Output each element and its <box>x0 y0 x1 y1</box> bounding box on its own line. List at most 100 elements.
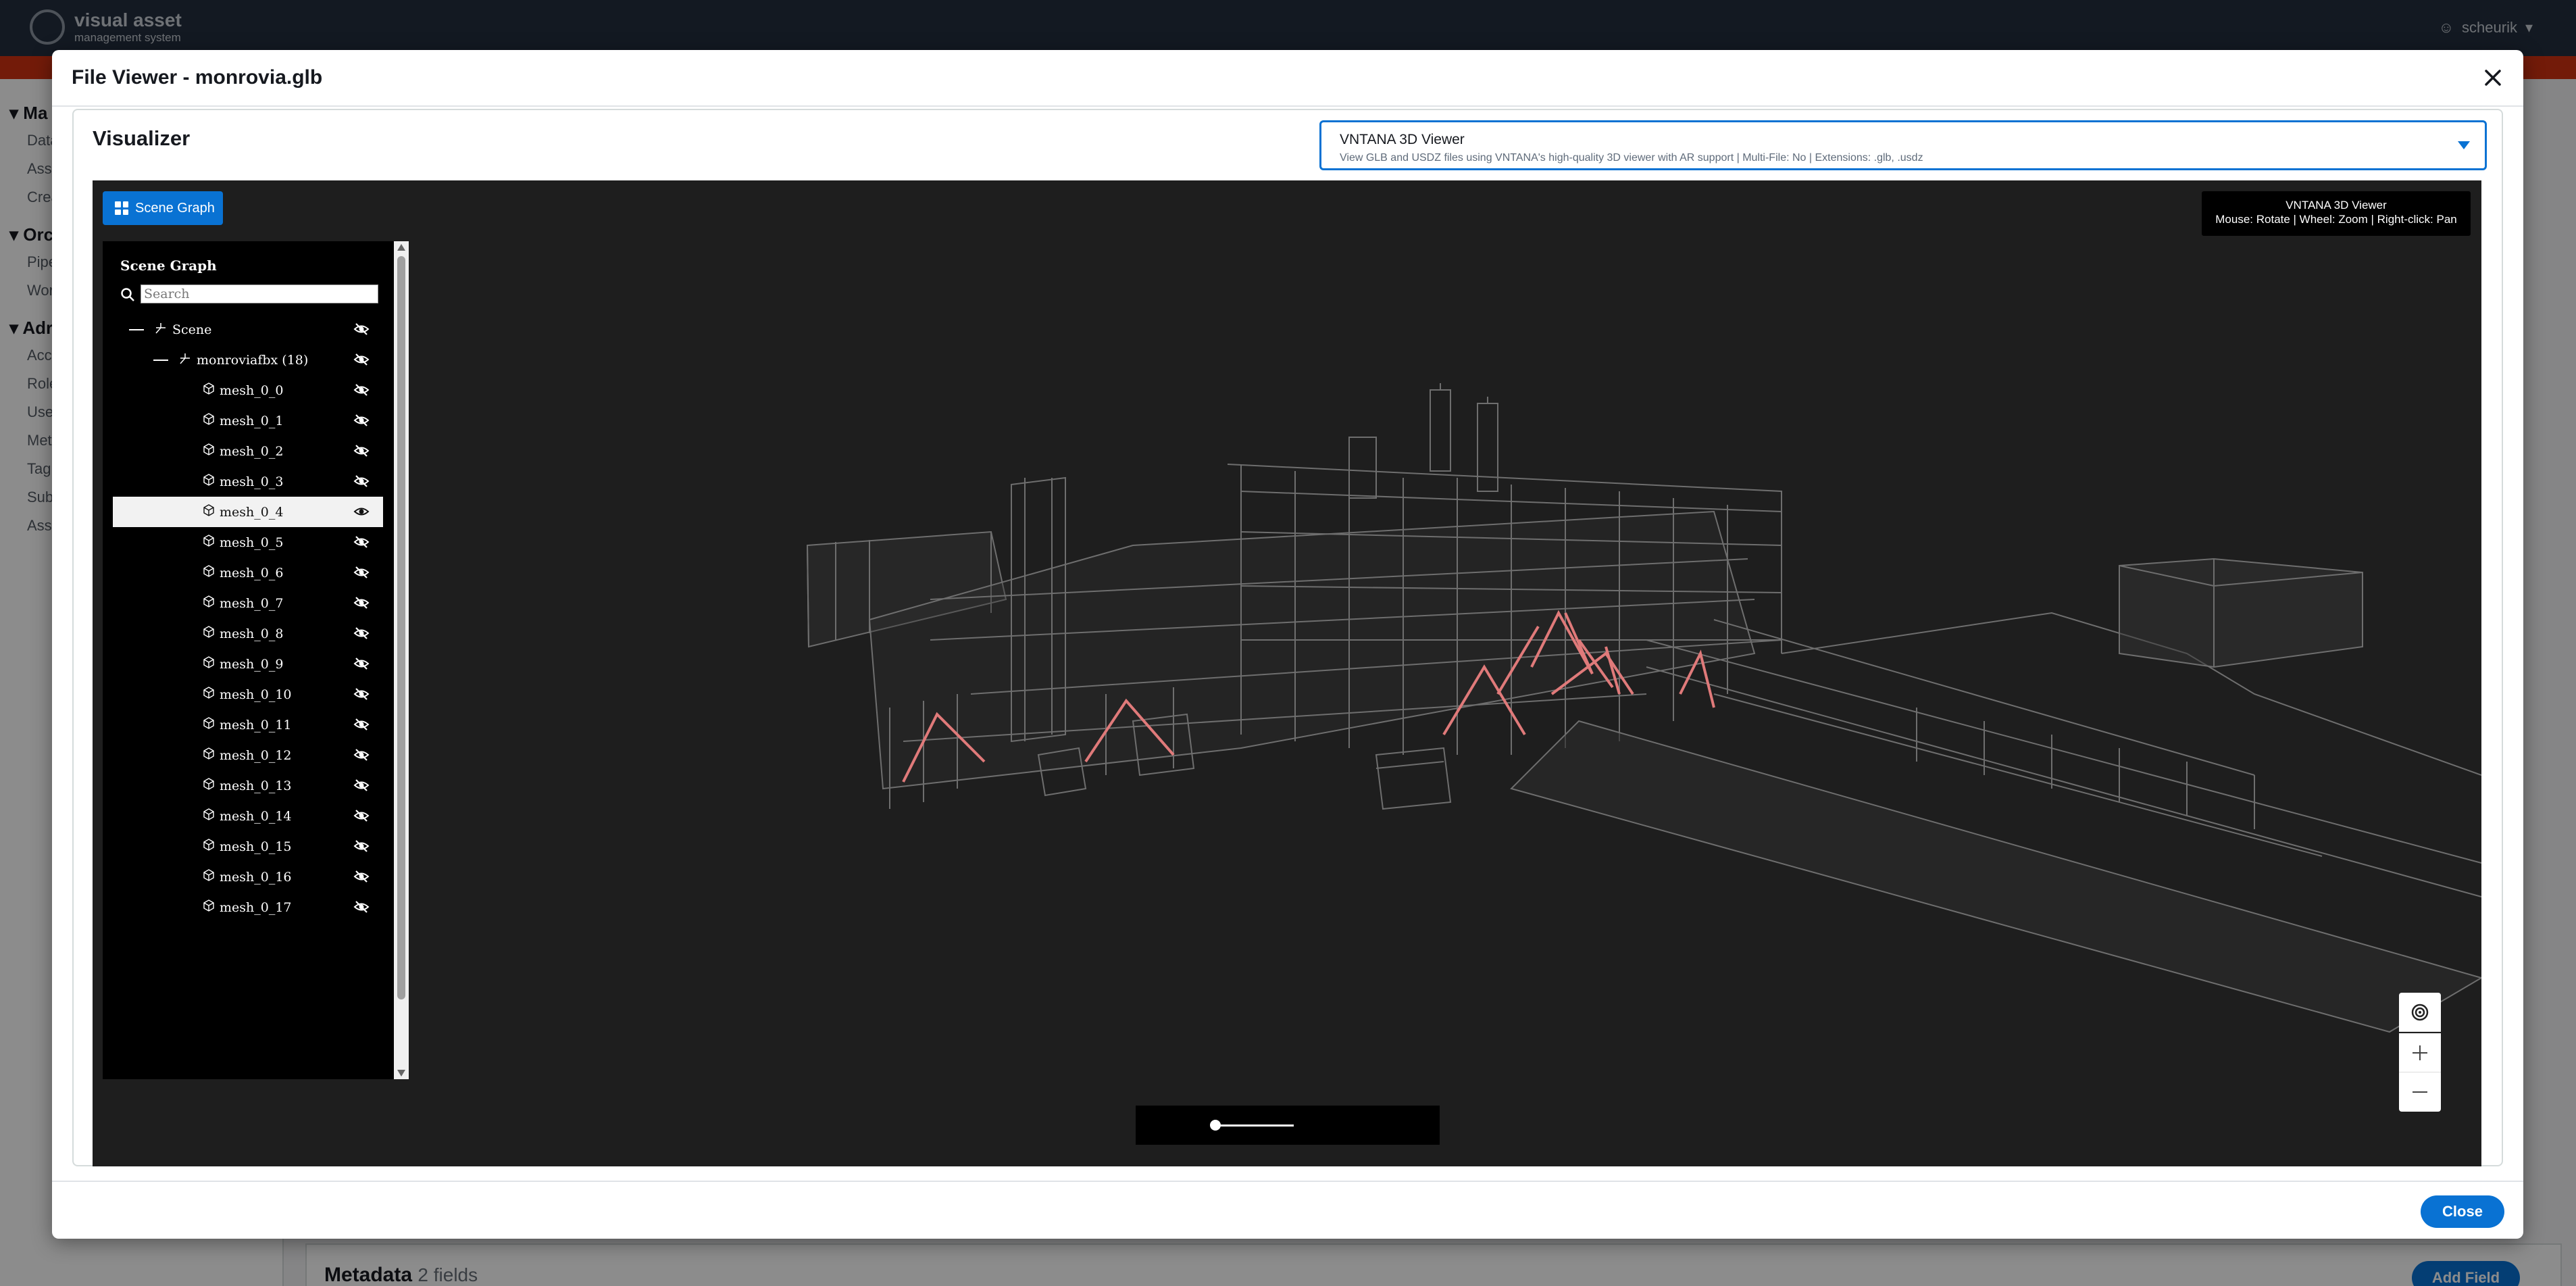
eye-off-icon[interactable] <box>353 809 370 822</box>
tree-node-label: mesh_0_1 <box>220 413 284 428</box>
eye-off-icon[interactable] <box>353 657 370 670</box>
eye-icon[interactable] <box>353 505 370 518</box>
tree-node-mesh[interactable]: mesh_0_12 <box>113 740 383 770</box>
eye-off-icon[interactable] <box>353 535 370 549</box>
tree-node-mesh[interactable]: mesh_0_7 <box>113 588 383 618</box>
viewer-info-box: VNTANA 3D Viewer Mouse: Rotate | Wheel: … <box>2202 191 2471 236</box>
tree-node-label: mesh_0_6 <box>220 565 284 580</box>
3d-model[interactable] <box>93 180 2481 1166</box>
scrollbar-thumb[interactable] <box>397 256 405 999</box>
viewer-select-description: View GLB and USDZ files using VNTANA's h… <box>1340 152 1923 164</box>
tree-node-group[interactable]: monroviafbx (18) <box>113 345 383 375</box>
collapse-icon[interactable] <box>129 328 144 330</box>
tree-node-label: mesh_0_8 <box>220 626 284 641</box>
close-icon[interactable] <box>2479 64 2507 92</box>
cube-icon <box>202 838 216 855</box>
file-viewer-modal: File Viewer - monrovia.glb Visualizer VN… <box>52 50 2523 1239</box>
node-icon <box>153 321 168 338</box>
viewer-info-title: VNTANA 3D Viewer <box>2285 199 2387 212</box>
close-button[interactable]: Close <box>2421 1195 2504 1228</box>
eye-off-icon[interactable] <box>353 383 370 397</box>
visualizer-panel: Visualizer VNTANA 3D Viewer View GLB and… <box>72 109 2503 1166</box>
cube-icon <box>202 564 216 581</box>
cube-icon <box>202 443 216 460</box>
scene-graph-scrollbar[interactable] <box>394 241 409 1079</box>
eye-off-icon[interactable] <box>353 778 370 792</box>
scroll-down-icon[interactable] <box>397 1070 405 1077</box>
eye-off-icon[interactable] <box>353 687 370 701</box>
eye-off-icon[interactable] <box>353 322 370 336</box>
tree-node-mesh[interactable]: mesh_0_6 <box>113 558 383 588</box>
scroll-up-icon[interactable] <box>397 244 405 251</box>
viewer-select[interactable]: VNTANA 3D Viewer View GLB and USDZ files… <box>1319 120 2487 170</box>
eye-off-icon[interactable] <box>353 444 370 457</box>
collapse-icon[interactable] <box>153 359 168 361</box>
tree-node-mesh[interactable]: mesh_0_0 <box>113 375 383 405</box>
scene-graph-button[interactable]: Scene Graph <box>103 191 223 225</box>
tree-node-mesh[interactable]: mesh_0_8 <box>113 618 383 649</box>
cube-icon <box>202 382 216 399</box>
eye-off-icon[interactable] <box>353 474 370 488</box>
tree-node-scene[interactable]: Scene <box>113 314 383 345</box>
tree-node-label: mesh_0_16 <box>220 869 292 885</box>
tree-node-label: mesh_0_12 <box>220 747 292 763</box>
scene-graph-search-input[interactable] <box>141 285 378 303</box>
animation-bar <box>1136 1106 1440 1145</box>
recenter-button[interactable] <box>2399 993 2441 1032</box>
minus-icon <box>2413 1091 2427 1093</box>
eye-off-icon[interactable] <box>353 839 370 853</box>
eye-off-icon[interactable] <box>353 566 370 579</box>
modal-footer: Close <box>52 1181 2523 1239</box>
eye-off-icon[interactable] <box>353 718 370 731</box>
eye-off-icon[interactable] <box>353 596 370 610</box>
cube-icon <box>202 656 216 672</box>
cube-icon <box>202 473 216 490</box>
tree-node-mesh[interactable]: mesh_0_3 <box>113 466 383 497</box>
eye-off-icon[interactable] <box>353 353 370 366</box>
3d-viewer-canvas[interactable]: Scene Graph VNTANA 3D Viewer Mouse: Rota… <box>93 180 2481 1166</box>
tree-node-mesh[interactable]: mesh_0_15 <box>113 831 383 862</box>
tree-node-label: mesh_0_11 <box>220 717 292 733</box>
tree-node-mesh[interactable]: mesh_0_1 <box>113 405 383 436</box>
tree-node-mesh[interactable]: mesh_0_17 <box>113 892 383 922</box>
cube-icon <box>202 716 216 733</box>
animation-slider-track[interactable] <box>1215 1124 1294 1127</box>
cube-icon <box>202 412 216 429</box>
tree-node-label: mesh_0_3 <box>220 474 284 489</box>
tree-node-label: monroviafbx (18) <box>197 352 309 368</box>
tree-node-mesh[interactable]: mesh_0_10 <box>113 679 383 710</box>
node-icon <box>178 351 193 368</box>
target-icon <box>2411 1004 2429 1020</box>
tree-node-mesh[interactable]: mesh_0_9 <box>113 649 383 679</box>
tree-node-label: mesh_0_0 <box>220 382 284 398</box>
eye-off-icon[interactable] <box>353 626 370 640</box>
tree-node-label: mesh_0_7 <box>220 595 284 611</box>
eye-off-icon[interactable] <box>353 870 370 883</box>
zoom-out-button[interactable] <box>2399 1072 2441 1112</box>
zoom-in-button[interactable] <box>2399 1033 2441 1072</box>
cube-icon <box>202 808 216 824</box>
eye-off-icon[interactable] <box>353 900 370 914</box>
visualizer-title: Visualizer <box>93 126 191 150</box>
tree-node-mesh[interactable]: mesh_0_16 <box>113 862 383 892</box>
eye-off-icon[interactable] <box>353 748 370 762</box>
modal-header: File Viewer - monrovia.glb <box>52 50 2523 107</box>
tree-node-mesh[interactable]: mesh_0_4 <box>113 497 383 527</box>
cube-icon <box>202 503 216 520</box>
cube-icon <box>202 868 216 885</box>
tree-node-mesh[interactable]: mesh_0_11 <box>113 710 383 740</box>
tree-node-label: mesh_0_13 <box>220 778 292 793</box>
tree-node-label: Scene <box>172 322 212 337</box>
viewer-select-name: VNTANA 3D Viewer <box>1340 132 1465 147</box>
caret-down-icon <box>2458 141 2470 149</box>
viewer-nav-controls <box>2399 993 2441 1112</box>
tree-node-mesh[interactable]: mesh_0_2 <box>113 436 383 466</box>
tree-node-label: mesh_0_9 <box>220 656 284 672</box>
tree-node-mesh[interactable]: mesh_0_5 <box>113 527 383 558</box>
scene-graph-button-label: Scene Graph <box>135 200 215 216</box>
tree-node-mesh[interactable]: mesh_0_13 <box>113 770 383 801</box>
grid-icon <box>115 201 128 215</box>
tree-node-mesh[interactable]: mesh_0_14 <box>113 801 383 831</box>
eye-off-icon[interactable] <box>353 414 370 427</box>
animation-slider-knob[interactable] <box>1210 1120 1221 1131</box>
